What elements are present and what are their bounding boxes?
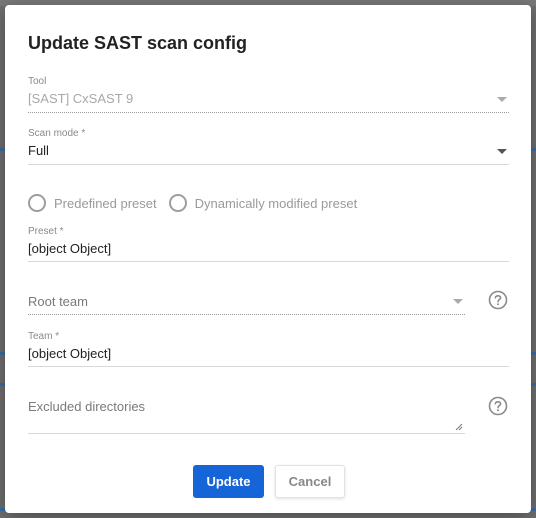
tool-underline — [28, 112, 509, 113]
resize-grip-icon[interactable] — [455, 423, 463, 431]
radio-predefined-preset-label: Predefined preset — [54, 195, 157, 211]
team-value: [object Object] — [28, 346, 112, 361]
preset-field[interactable]: Preset * [object Object] — [28, 226, 509, 262]
scan-mode-value: Full — [28, 143, 49, 158]
team-underline — [28, 366, 509, 367]
root-team-select[interactable]: Root team — [28, 291, 465, 315]
preset-label: Preset * — [28, 226, 64, 237]
radio-circle-icon[interactable] — [28, 194, 46, 212]
team-field[interactable]: Team * [object Object] — [28, 331, 509, 367]
scan-mode-underline — [28, 164, 509, 165]
preset-underline — [28, 261, 509, 262]
preset-value: [object Object] — [28, 241, 112, 256]
root-team-placeholder: Root team — [28, 294, 88, 309]
excluded-directories-textarea[interactable]: Excluded directories — [28, 397, 465, 434]
scan-mode-select[interactable]: Scan mode * Full — [28, 128, 509, 165]
excluded-directories-placeholder: Excluded directories — [28, 399, 146, 414]
preset-type-radio-group: Predefined preset Dynamically modified p… — [28, 194, 369, 212]
cancel-button[interactable]: Cancel — [275, 465, 345, 498]
root-team-underline — [28, 314, 465, 315]
help-circle-icon[interactable] — [488, 396, 508, 416]
team-label: Team * — [28, 331, 60, 342]
excluded-directories-underline — [28, 433, 465, 434]
radio-dynamically-modified-preset[interactable]: Dynamically modified preset — [168, 194, 358, 212]
update-sast-scan-config-dialog: Update SAST scan config Tool [SAST] CxSA… — [5, 5, 531, 513]
radio-circle-icon[interactable] — [168, 194, 187, 212]
chevron-down-icon[interactable] — [453, 299, 463, 304]
scan-mode-label: Scan mode * — [28, 128, 86, 139]
tool-label: Tool — [28, 76, 47, 87]
chevron-down-icon — [497, 97, 507, 102]
radio-dynamic-preset-label: Dynamically modified preset — [194, 195, 358, 211]
dialog-title: Update SAST scan config — [28, 33, 248, 53]
tool-select: Tool [SAST] CxSAST 9 — [28, 76, 509, 113]
chevron-down-icon[interactable] — [497, 149, 507, 154]
tool-value: [SAST] CxSAST 9 — [28, 91, 134, 106]
help-circle-icon[interactable] — [488, 290, 508, 310]
update-button[interactable]: Update — [193, 465, 264, 498]
radio-predefined-preset[interactable]: Predefined preset — [28, 194, 157, 212]
